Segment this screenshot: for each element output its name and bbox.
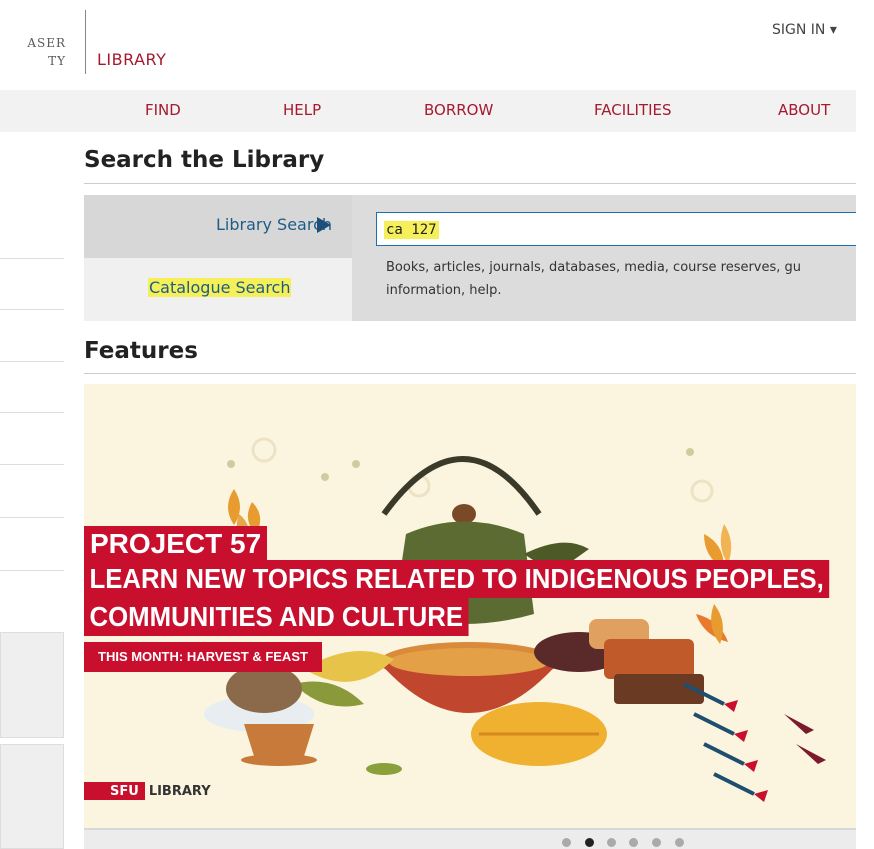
sfu-logo-box: SFU bbox=[84, 782, 145, 800]
university-wordmark-line-1: ASER bbox=[27, 36, 66, 50]
carousel-dot[interactable] bbox=[562, 838, 571, 847]
search-heading: Search the Library bbox=[84, 147, 325, 173]
play-arrow-icon bbox=[317, 217, 331, 233]
carousel-footer bbox=[84, 828, 856, 849]
sfu-logo-text: LIBRARY bbox=[148, 784, 211, 799]
tab-library-search[interactable]: Library Search bbox=[84, 195, 352, 258]
left-divider bbox=[0, 309, 64, 310]
carousel-dot-active[interactable] bbox=[585, 838, 594, 847]
tab-catalogue-search[interactable]: Catalogue Search bbox=[84, 258, 352, 321]
nav-find[interactable]: FIND bbox=[145, 101, 181, 119]
left-divider bbox=[0, 412, 64, 413]
tab-catalogue-search-label: Catalogue Search bbox=[148, 278, 292, 297]
feature-banner[interactable]: PROJECT 57 LEARN NEW TOPICS RELATED TO I… bbox=[84, 384, 856, 828]
carousel-dot[interactable] bbox=[675, 838, 684, 847]
left-divider bbox=[0, 464, 64, 465]
banner-subtitle: THIS MONTH: HARVEST & FEAST bbox=[84, 642, 322, 672]
tab-library-search-label: Library Search bbox=[216, 215, 332, 234]
left-divider bbox=[0, 570, 64, 571]
search-input[interactable]: ca 127 bbox=[376, 212, 856, 246]
banner-title-line-3: COMMUNITIES AND CULTURE bbox=[84, 598, 469, 636]
left-divider bbox=[0, 258, 64, 259]
search-description: Books, articles, journals, databases, me… bbox=[386, 256, 856, 302]
carousel-dot[interactable] bbox=[607, 838, 616, 847]
university-wordmark-fragment[interactable]: ASER TY bbox=[0, 34, 66, 70]
nav-facilities[interactable]: FACILITIES bbox=[594, 101, 672, 119]
nav-help[interactable]: HELP bbox=[283, 101, 321, 119]
search-description-line: information, help. bbox=[386, 283, 502, 298]
sfu-library-logo: SFU LIBRARY bbox=[84, 780, 211, 800]
library-title-link[interactable]: LIBRARY bbox=[97, 50, 166, 69]
search-description-line: Books, articles, journals, databases, me… bbox=[386, 260, 802, 275]
banner-title-line-2: LEARN NEW TOPICS RELATED TO INDIGENOUS P… bbox=[84, 560, 830, 598]
divider bbox=[84, 183, 856, 184]
divider bbox=[84, 373, 856, 374]
left-sidebar-box bbox=[0, 632, 64, 738]
carousel-dot[interactable] bbox=[652, 838, 661, 847]
main-nav: FIND HELP BORROW FACILITIES ABOUT bbox=[0, 90, 856, 132]
left-divider bbox=[0, 517, 64, 518]
university-wordmark-line-2: TY bbox=[48, 54, 66, 68]
header-divider bbox=[85, 10, 86, 74]
banner-title-line-1: PROJECT 57 bbox=[84, 526, 268, 562]
search-input-value: ca 127 bbox=[384, 221, 439, 239]
carousel-dot[interactable] bbox=[629, 838, 638, 847]
left-divider bbox=[0, 361, 64, 362]
nav-about[interactable]: ABOUT bbox=[778, 101, 830, 119]
features-heading: Features bbox=[84, 338, 198, 364]
left-sidebar-box bbox=[0, 744, 64, 849]
nav-borrow[interactable]: BORROW bbox=[424, 101, 493, 119]
sign-in-dropdown[interactable]: SIGN IN ▾ bbox=[772, 22, 837, 38]
